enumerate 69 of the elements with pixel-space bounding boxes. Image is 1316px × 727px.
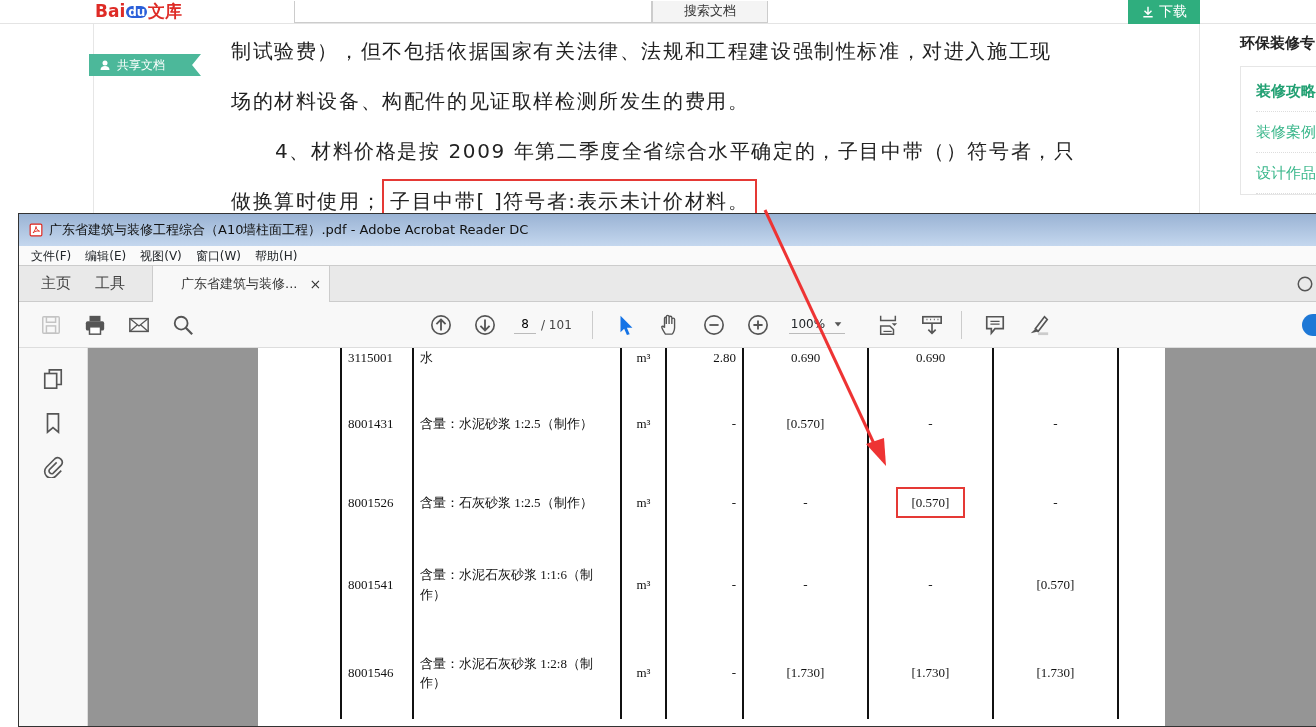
pdf-icon [29, 223, 43, 237]
table-cell-text: - [1053, 416, 1058, 432]
tab[interactable]: 主页 [29, 266, 83, 301]
close-button[interactable]: × [309, 273, 322, 295]
table-cell-text: [1.730] [911, 665, 950, 681]
table-cell-text: 水 [420, 350, 433, 365]
table-cell-text: 2.80 [713, 350, 736, 365]
window-title: 广东省建筑与装修工程综合（A10墙柱面工程）.pdf - Adobe Acrobat Reader DC [49, 221, 529, 240]
doc-text: 制试验费），但不包括依据国家有关法律、法规和工程建设强制性标准，对进入施工现 [231, 38, 1052, 65]
table-cell-text: - [928, 416, 933, 432]
doc-text: 场的材料设备、构配件的见证取样检测所发生的费用。 [231, 88, 750, 115]
caret-icon [832, 319, 843, 329]
menu-item[interactable]: 编辑(E) [85, 246, 127, 265]
pages-icon[interactable] [42, 368, 64, 390]
search-button[interactable]: 搜索文档 [652, 0, 769, 23]
table-cell-text: 8001431 [348, 416, 394, 432]
table-cell-text: [1.730] [1036, 665, 1075, 681]
zoom-in-icon[interactable] [746, 313, 769, 336]
comment-icon[interactable] [983, 313, 1006, 336]
table-cell-text: - [731, 576, 736, 592]
section-title: 环保装修专 [1240, 33, 1316, 54]
tab[interactable]: 广东省建筑与装修... × [152, 266, 331, 302]
tag-label: 共享文档 [117, 57, 165, 74]
table-cell-text: - [731, 495, 736, 511]
page-field[interactable]: 8 [514, 315, 536, 334]
table-cell-text: m³ [636, 350, 651, 365]
logo-text: du [126, 5, 148, 18]
zoom-out-icon[interactable] [702, 313, 725, 336]
logo-text: Bai [95, 3, 126, 20]
table-cell-text: m³ [636, 416, 651, 432]
table-cell-text: m³ [636, 576, 651, 592]
table-cell-text: 8001546 [348, 665, 394, 681]
table-cell-text: 含量：水泥石灰砂浆 1:2:8（制作） [420, 655, 593, 690]
table-cell-text: - [803, 576, 808, 592]
table-cell-text: - [803, 495, 808, 511]
menu-item[interactable]: 文件(F) [31, 246, 72, 265]
paperclip-icon[interactable] [42, 456, 64, 478]
table-cell-text: 8001526 [348, 495, 394, 511]
menu-item[interactable]: 帮助(H) [255, 246, 298, 265]
table-cell-text: 含量：水泥石灰砂浆 1:1:6（制作） [420, 567, 593, 602]
table-cell-text: m³ [636, 495, 651, 511]
table-cell-text: - [928, 576, 933, 592]
menu-item[interactable]: 视图(V) [140, 246, 182, 265]
search-icon[interactable] [172, 313, 194, 336]
table-cell-text: 3115001 [348, 350, 394, 365]
table-cell-text: - [731, 416, 736, 432]
tab[interactable]: 工具 [83, 266, 137, 301]
user-icon [99, 59, 111, 71]
table-cell-text: m³ [636, 665, 651, 681]
search-field[interactable] [294, 0, 653, 23]
table-cell-text: 含量：石灰砂浆 1:2.5（制作） [420, 495, 593, 511]
table-cell-text: [0.570] [786, 416, 825, 432]
table-cell-text: 0.690 [790, 350, 821, 365]
logo-text: 文库 [148, 3, 183, 20]
page-count: / 101 [541, 316, 572, 334]
table-cell-text: - [1053, 495, 1058, 511]
highlighted-value: [0.570] [895, 487, 966, 519]
scroll-icon[interactable] [920, 313, 943, 336]
menu-item[interactable]: 窗口(W) [195, 246, 242, 265]
table-cell-text: [1.730] [786, 665, 825, 681]
table-cell-text: 8001541 [348, 576, 394, 592]
download-icon [1141, 4, 1155, 19]
table-cell-text: - [731, 665, 736, 681]
table-cell-text: 0.690 [915, 350, 946, 365]
table-cell-text: [0.570] [1036, 576, 1075, 592]
doc-text: 做换算时使用； [231, 188, 383, 215]
table-cell-text: 含量：水泥砂浆 1:2.5（制作） [420, 416, 593, 432]
print-icon[interactable] [84, 313, 106, 336]
doc-text: 4、材料价格是按 2009 年第二季度全省综合水平确定的，子目中带（）符号者，只 [275, 138, 1076, 165]
